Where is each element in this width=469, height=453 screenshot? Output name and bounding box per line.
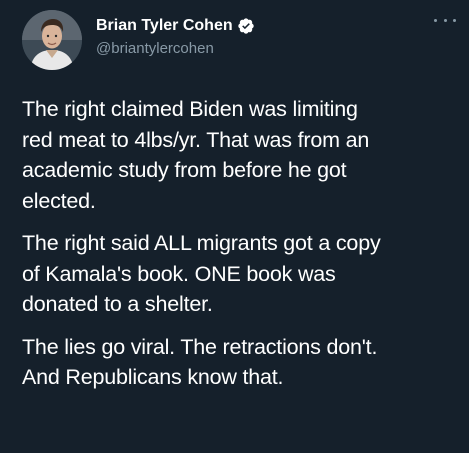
- tweet-line: of Kamala's book. ONE book was: [22, 261, 336, 286]
- tweet-line: The right said ALL migrants got a copy: [22, 231, 381, 255]
- display-name[interactable]: Brian Tyler Cohen: [96, 17, 233, 35]
- tweet-card: Brian Tyler Cohen @briantylercohen The r…: [0, 0, 469, 453]
- tweet-line: elected.: [22, 188, 96, 213]
- author-info: Brian Tyler Cohen @briantylercohen: [96, 15, 255, 57]
- tweet-paragraph-2: The right said ALL migrants got a copy o…: [22, 228, 462, 320]
- more-dot: [443, 18, 447, 22]
- more-dot: [453, 18, 456, 22]
- tweet-line: academic study from before he got: [22, 158, 347, 182]
- tweet-line: The right claimed Biden was limiting: [22, 97, 358, 121]
- more-options-icon[interactable]: [434, 14, 456, 26]
- tweet-line: And Republicans know that.: [22, 365, 284, 389]
- tweet-paragraph-1: The right claimed Biden was limiting red…: [22, 94, 462, 216]
- more-dot: [434, 18, 437, 22]
- tweet-paragraph-3: The lies go viral. The retractions don't…: [22, 332, 462, 393]
- author-handle[interactable]: @briantylercohen: [96, 40, 255, 57]
- verified-badge-icon: [237, 18, 254, 34]
- tweet-line: The lies go viral. The retractions don't…: [22, 334, 378, 359]
- avatar-image: [22, 10, 82, 70]
- display-name-row: Brian Tyler Cohen: [96, 15, 255, 37]
- tweet-body: The right claimed Biden was limiting red…: [22, 94, 462, 393]
- tweet-header: Brian Tyler Cohen @briantylercohen: [22, 10, 462, 70]
- tweet-line: red meat to 4lbs/yr. That was from an: [22, 127, 370, 152]
- tweet-line: donated to a shelter.: [22, 292, 213, 316]
- avatar[interactable]: [22, 10, 82, 70]
